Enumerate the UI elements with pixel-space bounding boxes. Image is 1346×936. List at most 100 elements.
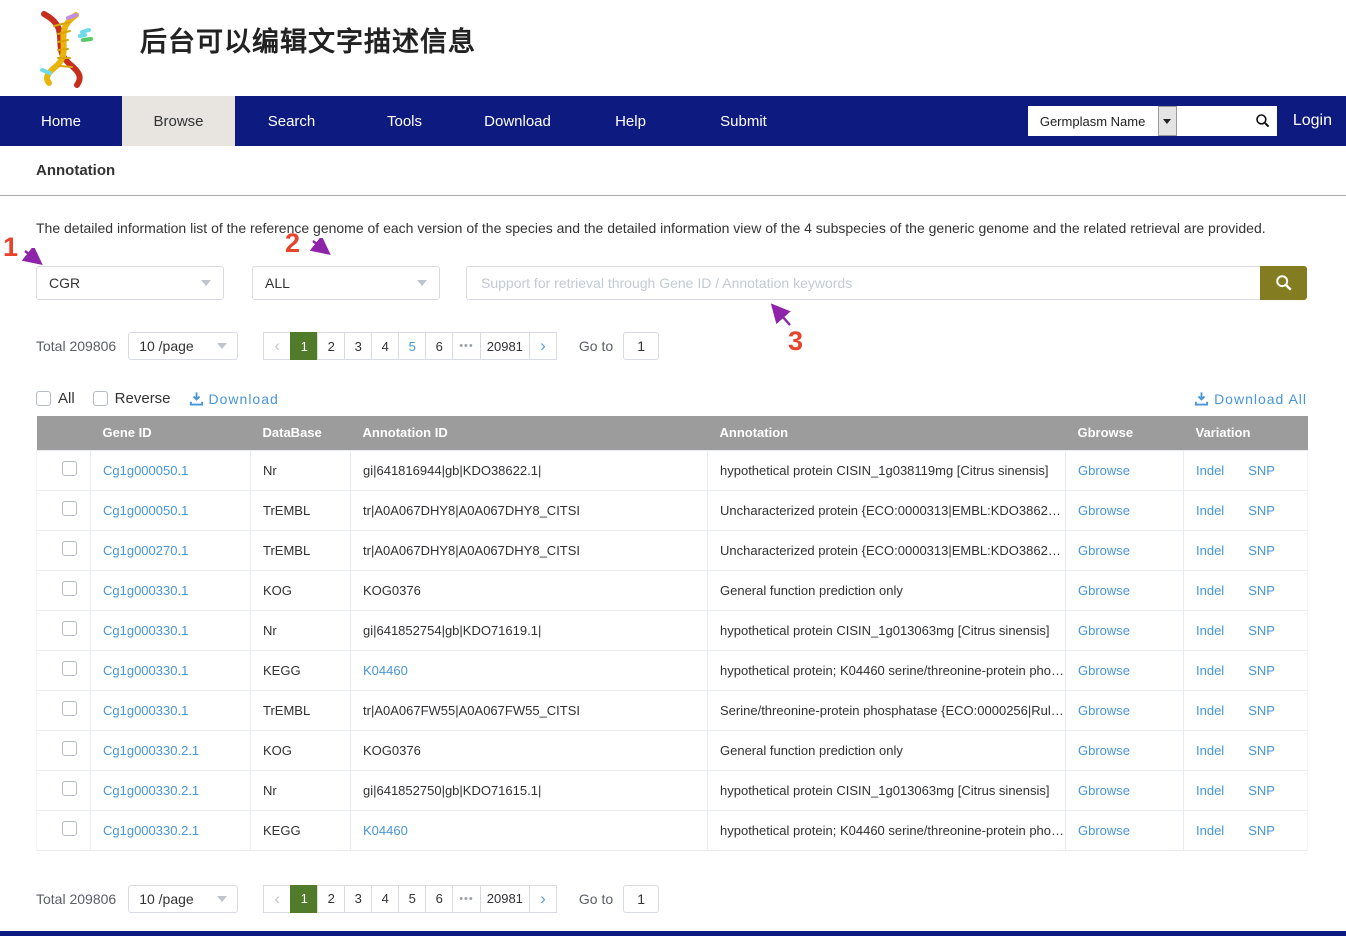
row-checkbox[interactable] [62,741,77,756]
row-checkbox[interactable] [62,461,77,476]
annotation-search-input[interactable] [466,266,1260,300]
row-checkbox[interactable] [62,821,77,836]
pager-page-3[interactable]: 3 [344,885,372,913]
goto-page-input[interactable] [623,332,659,360]
row-checkbox[interactable] [62,581,77,596]
pager-page-5[interactable]: 5 [398,885,426,913]
table-header-row: Gene IDDataBaseAnnotation IDAnnotationGb… [37,416,1308,450]
annotation-id-link[interactable]: K04460 [363,823,408,838]
gbrowse-link[interactable]: Gbrowse [1078,663,1130,678]
pager-prev-button[interactable]: ‹ [263,332,291,360]
indel-link[interactable]: Indel [1196,823,1224,838]
pager-page-5[interactable]: 5 [398,332,426,360]
pager-page-1[interactable]: 1 [290,885,318,913]
pager-page-6[interactable]: 6 [425,885,453,913]
snp-link[interactable]: SNP [1248,783,1275,798]
pager-page-4[interactable]: 4 [371,885,399,913]
database-cell: TrEMBL [251,530,351,570]
pager-page-1[interactable]: 1 [290,332,318,360]
pager-page-2[interactable]: 2 [317,332,345,360]
search-icon[interactable] [1255,113,1271,129]
pager-page-20981[interactable]: 20981 [480,885,530,913]
indel-link[interactable]: Indel [1196,583,1224,598]
page-size-select[interactable]: 10 /page [128,885,238,913]
gene-id-link[interactable]: Cg1g000050.1 [103,503,188,518]
gene-id-link[interactable]: Cg1g000270.1 [103,543,188,558]
gene-id-link[interactable]: Cg1g000330.1 [103,663,188,678]
page-size-select[interactable]: 10 /page [128,332,238,360]
gene-id-link[interactable]: Cg1g000050.1 [103,463,188,478]
indel-link[interactable]: Indel [1196,743,1224,758]
database-select[interactable]: ALL [252,266,440,300]
gbrowse-link[interactable]: Gbrowse [1078,743,1130,758]
login-button[interactable]: Login [1293,112,1332,130]
snp-link[interactable]: SNP [1248,703,1275,718]
search-category-caret-button[interactable] [1158,106,1177,136]
search-category-select[interactable]: Germplasm Name [1028,106,1158,136]
pager-prev-button[interactable]: ‹ [263,885,291,913]
gene-id-link[interactable]: Cg1g000330.2.1 [103,743,199,758]
indel-link[interactable]: Indel [1196,623,1224,638]
nav-item-search[interactable]: Search [235,96,348,146]
nav-item-tools[interactable]: Tools [348,96,461,146]
row-checkbox[interactable] [62,701,77,716]
pager-page-20981[interactable]: 20981 [480,332,530,360]
gene-id-link[interactable]: Cg1g000330.1 [103,703,188,718]
row-checkbox[interactable] [62,501,77,516]
gene-id-cell: Cg1g000050.1 [91,450,251,490]
indel-link[interactable]: Indel [1196,663,1224,678]
gbrowse-link[interactable]: Gbrowse [1078,503,1130,518]
gbrowse-link[interactable]: Gbrowse [1078,783,1130,798]
pager-ellipsis[interactable]: ••• [452,885,481,913]
snp-link[interactable]: SNP [1248,543,1275,558]
snp-link[interactable]: SNP [1248,503,1275,518]
column-header-Gbrowse: Gbrowse [1066,416,1184,450]
annotation-id-link[interactable]: K04460 [363,663,408,678]
gene-id-link[interactable]: Cg1g000330.2.1 [103,823,199,838]
gbrowse-link[interactable]: Gbrowse [1078,623,1130,638]
search-button[interactable] [1260,266,1307,300]
nav-item-home[interactable]: Home [0,96,122,146]
gbrowse-link[interactable]: Gbrowse [1078,543,1130,558]
indel-link[interactable]: Indel [1196,503,1224,518]
pager-ellipsis[interactable]: ••• [452,332,481,360]
reverse-checkbox[interactable] [93,391,108,406]
indel-link[interactable]: Indel [1196,783,1224,798]
pager-page-3[interactable]: 3 [344,332,372,360]
nav-item-submit[interactable]: Submit [687,96,800,146]
pager-next-button[interactable]: › [529,885,557,913]
pager-page-2[interactable]: 2 [317,885,345,913]
indel-link[interactable]: Indel [1196,543,1224,558]
snp-link[interactable]: SNP [1248,623,1275,638]
snp-link[interactable]: SNP [1248,663,1275,678]
nav-item-download[interactable]: Download [461,96,574,146]
snp-link[interactable]: SNP [1248,583,1275,598]
download-all-button[interactable]: Download All [1194,391,1307,407]
select-all-checkbox[interactable] [36,391,51,406]
nav-search-input[interactable] [1187,114,1255,129]
download-button[interactable]: Download [189,391,279,407]
gbrowse-link[interactable]: Gbrowse [1078,703,1130,718]
gbrowse-link[interactable]: Gbrowse [1078,463,1130,478]
indel-link[interactable]: Indel [1196,463,1224,478]
gbrowse-link[interactable]: Gbrowse [1078,583,1130,598]
pager-page-6[interactable]: 6 [425,332,453,360]
row-checkbox[interactable] [62,621,77,636]
gene-id-link[interactable]: Cg1g000330.1 [103,583,188,598]
nav-item-browse[interactable]: Browse [122,96,235,146]
nav-item-help[interactable]: Help [574,96,687,146]
gbrowse-link[interactable]: Gbrowse [1078,823,1130,838]
snp-link[interactable]: SNP [1248,743,1275,758]
row-checkbox[interactable] [62,781,77,796]
row-checkbox[interactable] [62,661,77,676]
genome-select[interactable]: CGR [36,266,224,300]
gene-id-link[interactable]: Cg1g000330.2.1 [103,783,199,798]
indel-link[interactable]: Indel [1196,703,1224,718]
pager-page-4[interactable]: 4 [371,332,399,360]
row-checkbox[interactable] [62,541,77,556]
gene-id-link[interactable]: Cg1g000330.1 [103,623,188,638]
goto-page-input[interactable] [623,885,659,913]
snp-link[interactable]: SNP [1248,823,1275,838]
pager-next-button[interactable]: › [529,332,557,360]
snp-link[interactable]: SNP [1248,463,1275,478]
